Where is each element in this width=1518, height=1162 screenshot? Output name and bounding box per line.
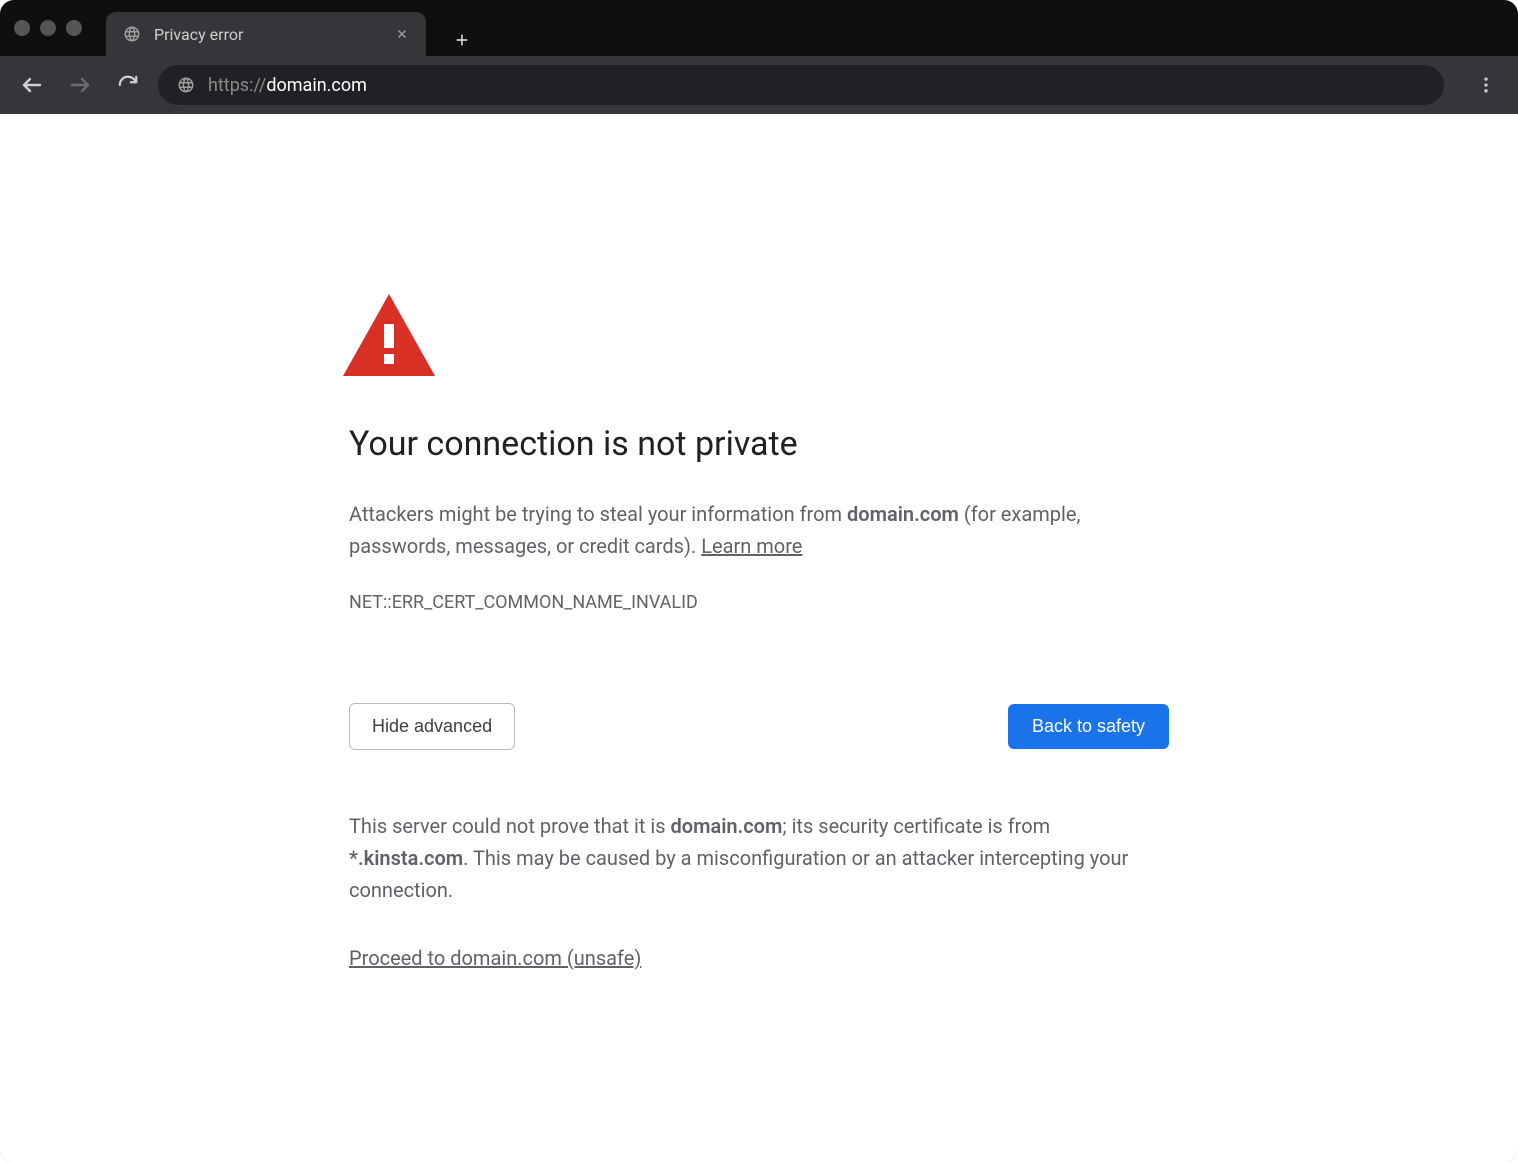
browser-menu-button[interactable] <box>1468 67 1504 103</box>
globe-icon <box>176 75 196 95</box>
tab-strip: Privacy error <box>106 0 478 56</box>
hide-advanced-button[interactable]: Hide advanced <box>349 703 515 750</box>
globe-icon <box>122 24 142 44</box>
window-close-button[interactable] <box>14 20 30 36</box>
error-code: NET::ERR_CERT_COMMON_NAME_INVALID <box>349 592 1169 613</box>
tab-title: Privacy error <box>154 25 382 44</box>
window-minimize-button[interactable] <box>40 20 56 36</box>
warning-body-prefix: Attackers might be trying to steal your … <box>349 502 847 526</box>
url-display: https://domain.com <box>208 75 367 96</box>
forward-button[interactable] <box>62 67 98 103</box>
url-host: domain.com <box>266 75 367 96</box>
learn-more-link[interactable]: Learn more <box>701 534 802 558</box>
advanced-mid: ; its security certificate is from <box>782 814 1050 838</box>
back-button[interactable] <box>14 67 50 103</box>
warning-body: Attackers might be trying to steal your … <box>349 498 1169 562</box>
ssl-warning-interstitial: Your connection is not private Attackers… <box>349 114 1169 970</box>
warning-body-domain: domain.com <box>847 502 959 526</box>
warning-title: Your connection is not private <box>349 424 1169 464</box>
warning-triangle-icon <box>343 294 1169 380</box>
address-bar[interactable]: https://domain.com <box>158 65 1444 105</box>
back-to-safety-button[interactable]: Back to safety <box>1008 704 1169 749</box>
url-scheme: https:// <box>208 75 266 96</box>
advanced-prefix: This server could not prove that it is <box>349 814 671 838</box>
button-row: Hide advanced Back to safety <box>349 703 1169 750</box>
proceed-unsafe-link[interactable]: Proceed to domain.com (unsafe) <box>349 946 641 970</box>
browser-tab[interactable]: Privacy error <box>106 12 426 56</box>
page-content: Your connection is not private Attackers… <box>0 114 1518 1162</box>
browser-toolbar: https://domain.com <box>0 56 1518 114</box>
window-titlebar: Privacy error <box>0 0 1518 56</box>
advanced-explanation: This server could not prove that it is d… <box>349 810 1169 906</box>
advanced-domain: domain.com <box>671 814 783 838</box>
advanced-cert-from: *.kinsta.com <box>349 846 463 870</box>
window-controls <box>14 20 82 36</box>
window-maximize-button[interactable] <box>66 20 82 36</box>
new-tab-button[interactable] <box>446 24 478 56</box>
close-icon[interactable] <box>394 26 410 42</box>
advanced-suffix: . This may be caused by a misconfigurati… <box>349 846 1128 902</box>
reload-button[interactable] <box>110 67 146 103</box>
